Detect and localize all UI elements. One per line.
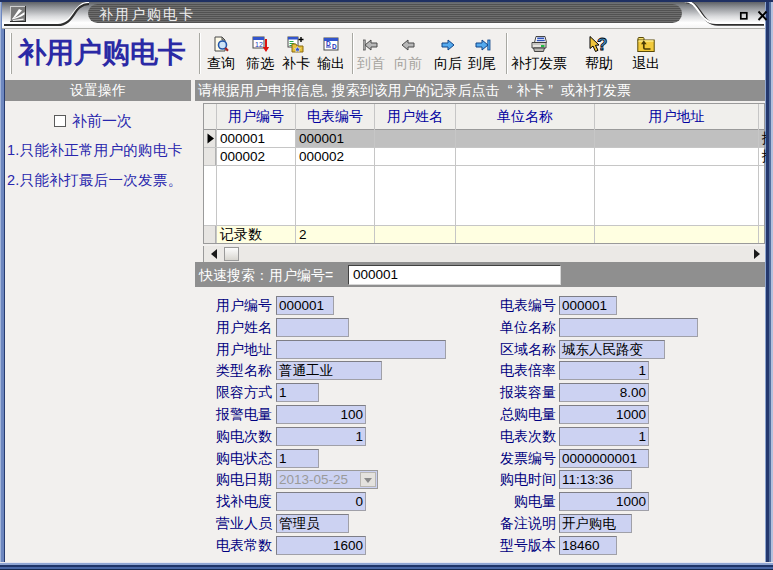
svg-text:D: D	[326, 40, 331, 47]
